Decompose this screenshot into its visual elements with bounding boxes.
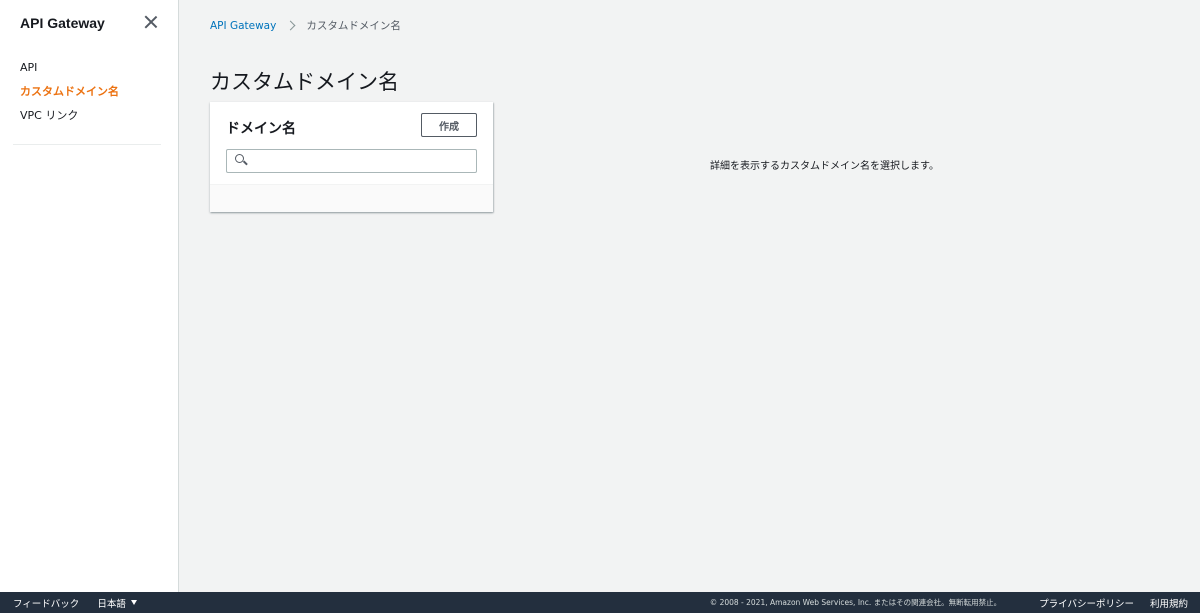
breadcrumb: API Gateway カスタムドメイン名 [210,18,401,33]
search-icon [232,150,254,172]
sidebar-header: API Gateway [0,0,178,46]
main-content: API Gateway カスタムドメイン名 カスタムドメイン名 ドメイン名 作成… [180,0,1200,592]
panel-header: ドメイン名 作成 [210,102,493,184]
sidebar: API Gateway API カスタムドメイン名 VPC リンク [0,0,179,592]
panel-title: ドメイン名 [226,121,296,137]
sidebar-title: API Gateway [20,15,105,31]
create-button[interactable]: 作成 [421,113,477,137]
footer-left: フィードバック 日本語 [0,596,137,610]
sidebar-item-vpc-links[interactable]: VPC リンク [0,104,178,128]
detail-empty-message: 詳細を表示するカスタムドメイン名を選択します。 [710,161,939,172]
sidebar-item-custom-domain-names[interactable]: カスタムドメイン名 [0,80,178,104]
breadcrumb-current: カスタムドメイン名 [306,20,401,32]
close-icon[interactable] [144,15,158,29]
search-input[interactable] [254,151,476,171]
footer-right: © 2008 - 2021, Amazon Web Services, Inc.… [710,596,1200,610]
privacy-policy-link[interactable]: プライバシーポリシー [1039,596,1134,610]
chevron-right-icon [285,20,296,31]
language-selector[interactable]: 日本語 [97,596,137,610]
search-field[interactable] [226,149,477,173]
breadcrumb-root-link[interactable]: API Gateway [210,20,276,32]
sidebar-nav: API カスタムドメイン名 VPC リンク [0,46,178,128]
domain-names-panel: ドメイン名 作成 [210,102,493,212]
sidebar-divider [13,144,161,145]
caret-down-icon [130,600,137,605]
language-label: 日本語 [97,598,126,610]
terms-link[interactable]: 利用規約 [1150,596,1188,610]
copyright-text: © 2008 - 2021, Amazon Web Services, Inc.… [709,598,1002,607]
page-title: カスタムドメイン名 [210,70,399,94]
domain-list [210,184,493,212]
footer: フィードバック 日本語 © 2008 - 2021, Amazon Web Se… [0,592,1200,613]
feedback-link[interactable]: フィードバック [13,596,79,610]
sidebar-item-api[interactable]: API [0,56,178,80]
